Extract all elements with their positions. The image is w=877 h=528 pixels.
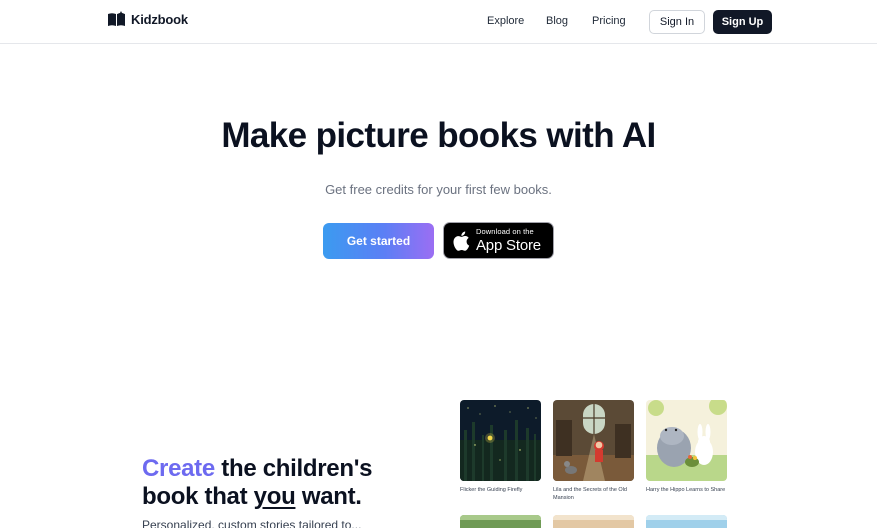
hero-subtitle: Get free credits for your first few book… [325,182,552,197]
site-header: Kidzbook Explore Blog Pricing Sign In Si… [0,0,877,44]
book-cover-hippo [646,400,727,481]
logo[interactable]: Kidzbook [107,11,188,28]
book-title: Flicker the Guiding Firefly [460,487,523,493]
section-title-line2-pre: book that [142,483,254,510]
logo-text: Kidzbook [131,12,188,27]
book-title: Harry the Hippo Learns to Share [646,487,726,493]
get-started-button[interactable]: Get started [323,223,434,259]
hero-title: Make picture books with AI [221,116,656,155]
book-card[interactable]: Harry the Hippo Learns to Share [646,400,727,494]
sign-in-button[interactable]: Sign In [649,10,705,34]
book-cover-partial [646,515,727,528]
section-title-line2-post: want. [295,483,362,510]
book-logo-icon [108,11,125,26]
book-cover-firefly [460,400,541,481]
book-card[interactable]: Lila and the Secrets of the Old Mansion [553,400,634,502]
nav-blog[interactable]: Blog [546,15,568,27]
book-title: Lila and the Secrets of the Old Mansion [553,487,627,501]
section-title: Create the children's book that you want… [142,455,372,511]
book-cover-mansion [553,400,634,481]
appstore-big-text: App Store [476,236,541,254]
book-cover-partial [553,515,634,528]
nav-pricing[interactable]: Pricing [592,15,626,27]
appstore-small-text: Download on the [476,227,534,237]
nav-explore[interactable]: Explore [487,15,524,27]
app-store-button[interactable]: Download on the App Store [443,222,554,259]
section-title-you: you [253,483,296,510]
book-card[interactable]: Flicker the Guiding Firefly [460,400,541,494]
section-title-rest: the children's [214,455,373,482]
sign-up-button[interactable]: Sign Up [713,10,772,34]
section-description: Personalized, custom stories tailored to… [142,518,362,528]
book-cover-partial [460,515,541,528]
section-title-accent: Create [142,455,215,482]
apple-icon [453,231,470,251]
